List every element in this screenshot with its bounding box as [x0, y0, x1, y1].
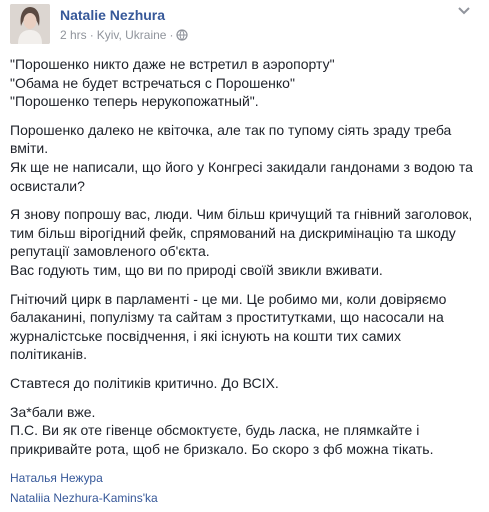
post-meta: 2 hrs · Kyiv, Ukraine ·	[60, 28, 189, 42]
post-paragraph: Ставтеся до політиків критично. До ВСІХ.	[10, 374, 482, 393]
post-paragraph: Порошенко далеко не квіточка, але так по…	[10, 121, 482, 195]
post-line: тим більш вірогідний фейк, спрямований н…	[10, 224, 456, 241]
post-line: вміти.	[10, 140, 49, 157]
post-line: П.С. Ви як оте гівенце обсмоктуєте, будь…	[10, 422, 420, 439]
avatar[interactable]	[10, 4, 50, 44]
globe-icon	[176, 29, 189, 41]
post-line: Порошенко далеко не квіточка, але так по…	[10, 121, 452, 138]
post-author-name[interactable]: Natalie Nezhura	[60, 7, 165, 23]
post-line: Вас годують тим, що ви по природі своїй …	[10, 261, 383, 278]
signature-link-cyrillic[interactable]: Наталья Нежура	[10, 468, 482, 488]
post-paragraph: "Порошенко никто даже не встретил в аэро…	[10, 55, 482, 111]
post-line: репутації замовленого об'єкта.	[10, 243, 210, 260]
facebook-post: Natalie Nezhura 2 hrs · Kyiv, Ukraine · …	[0, 0, 489, 512]
post-body: "Порошенко никто даже не встретил в аэро…	[10, 55, 482, 508]
post-line: Гнітючий цирк в парламенті - це ми. Це р…	[10, 290, 447, 307]
chevron-down-icon[interactable]	[455, 4, 473, 18]
meta-separator: ·	[89, 28, 94, 42]
post-line: "Порошенко теперь нерукопожатный".	[10, 93, 259, 110]
post-line: прикривайте рота, щоб не бризкало. Бо ск…	[10, 440, 434, 457]
post-line: Як ще не написали, що його у Конгресі за…	[10, 158, 473, 175]
signature-link-latin[interactable]: Nataliia Nezhura-Kamins'ka	[10, 488, 482, 508]
post-line: журналістське посвідчення, і які існують…	[10, 327, 401, 344]
post-time[interactable]: 2 hrs	[60, 28, 87, 42]
post-line: За*бали вже.	[10, 403, 96, 420]
meta-separator-2: ·	[169, 28, 174, 42]
post-line: політиканів.	[10, 346, 87, 363]
post-paragraph: За*бали вже. П.С. Ви як оте гівенце обсм…	[10, 403, 482, 459]
post-paragraph: Гнітючий цирк в парламенті - це ми. Це р…	[10, 290, 482, 364]
post-line: "Порошенко никто даже не встретил в аэро…	[10, 56, 335, 72]
post-signature: Наталья Нежура Nataliia Nezhura-Kamins'k…	[10, 468, 482, 508]
post-line: "Обама не будет встречаться с Порошенко"	[10, 74, 295, 91]
post-header: Natalie Nezhura 2 hrs · Kyiv, Ukraine ·	[10, 4, 479, 48]
post-location[interactable]: Kyiv, Ukraine	[97, 28, 167, 42]
post-paragraph: Я знову попрошу вас, люди. Чим більш кри…	[10, 205, 482, 279]
post-line: освистали?	[10, 177, 85, 194]
post-line: балаканині, популізму та сайтам з прости…	[10, 309, 444, 326]
post-line: Ставтеся до політиків критично. До ВСІХ.	[10, 374, 279, 391]
post-line: Я знову попрошу вас, люди. Чим більш кри…	[10, 206, 473, 223]
